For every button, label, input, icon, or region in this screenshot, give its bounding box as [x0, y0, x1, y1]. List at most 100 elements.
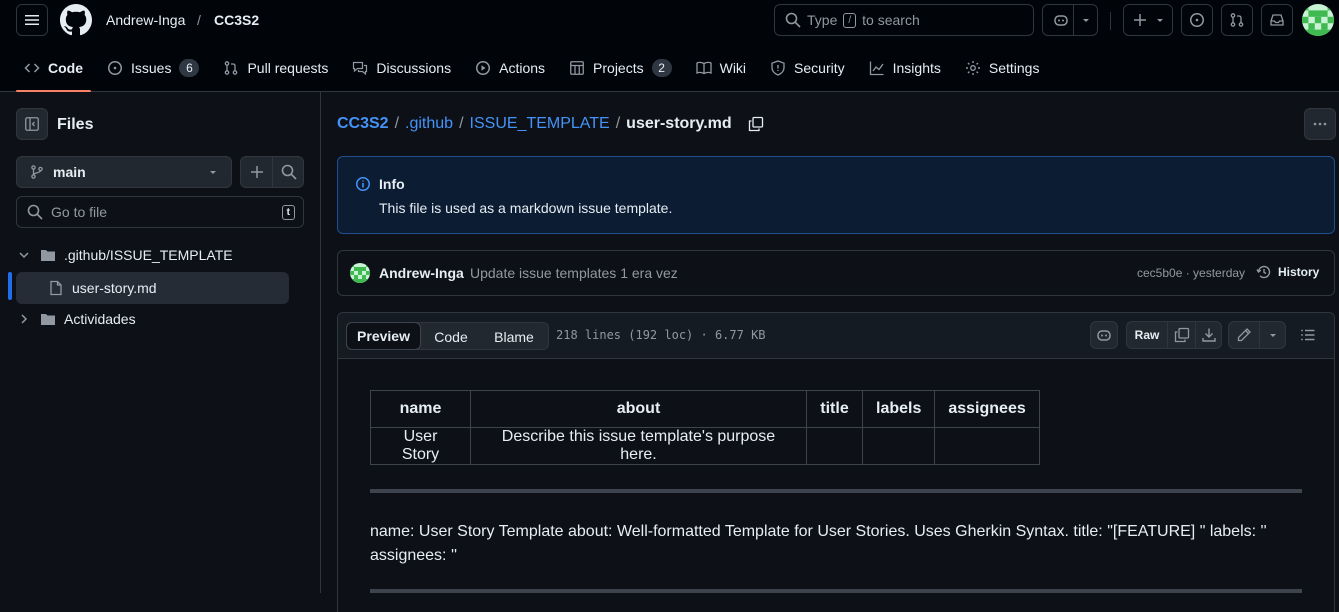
commit-author[interactable]: Andrew-Inga — [379, 265, 464, 281]
download-button[interactable] — [1196, 322, 1222, 348]
search-icon — [785, 12, 801, 28]
tab-projects[interactable]: Projects 2 — [561, 52, 680, 84]
repo-link[interactable]: CC3S2 — [214, 12, 259, 28]
collapse-sidebar-button[interactable] — [16, 108, 48, 140]
raw-actions-group: Raw — [1126, 321, 1222, 349]
inbox-button[interactable] — [1261, 4, 1293, 36]
more-options-button[interactable] — [1304, 108, 1336, 140]
edit-options-button[interactable] — [1260, 322, 1286, 348]
identicon-icon — [350, 263, 370, 283]
file-actions-group — [240, 156, 304, 188]
issues-counter: 6 — [179, 59, 200, 77]
commit-message[interactable]: Update issue templates 1 era vez — [470, 265, 678, 281]
pull-requests-button[interactable] — [1221, 4, 1253, 36]
search-input[interactable]: Type / to search — [774, 4, 1034, 36]
tab-discussions[interactable]: Discussions — [344, 52, 459, 84]
issues-button[interactable] — [1181, 4, 1213, 36]
tab-wiki[interactable]: Wiki — [688, 52, 754, 84]
search-icon — [281, 164, 297, 180]
comment-discussion-icon — [353, 61, 368, 76]
table-header-row: name about title labels assignees — [370, 390, 1040, 428]
tab-issues[interactable]: Issues 6 — [99, 52, 207, 84]
issue-opened-icon — [108, 61, 122, 75]
breadcrumb-separator: / — [394, 115, 400, 132]
avatar[interactable] — [1302, 4, 1334, 36]
plus-icon — [251, 166, 263, 178]
tab-pull-requests[interactable]: Pull requests — [215, 52, 336, 84]
list-unordered-icon — [1301, 329, 1315, 341]
tab-insights[interactable]: Insights — [861, 52, 949, 84]
raw-button[interactable]: Raw — [1127, 322, 1167, 348]
graph-icon — [869, 61, 884, 76]
shield-icon — [771, 60, 785, 76]
latest-commit-bar: Andrew-Inga Update issue templates 1 era… — [337, 250, 1335, 296]
preview-mode-button[interactable]: Preview — [346, 322, 421, 350]
horizontal-rule — [370, 589, 1302, 593]
tree-item-folder-actividades[interactable]: Actividades — [16, 311, 136, 327]
tab-code[interactable]: Code — [16, 52, 91, 92]
chevron-down-icon — [1157, 19, 1163, 22]
chevron-down-icon — [1270, 334, 1276, 337]
add-file-button[interactable] — [241, 157, 273, 187]
tab-label: Settings — [988, 60, 1040, 76]
copy-raw-button[interactable] — [1168, 322, 1195, 348]
tab-label: Actions — [499, 60, 546, 76]
history-button[interactable]: History — [1256, 264, 1319, 280]
copilot-button[interactable] — [1042, 4, 1098, 36]
view-mode-segmented-control: Preview Code Blame — [346, 322, 549, 350]
breadcrumb-separator: / — [615, 115, 621, 132]
code-icon — [24, 63, 40, 73]
breadcrumb-repo[interactable]: CC3S2 — [337, 115, 389, 133]
tab-security[interactable]: Security — [762, 52, 853, 84]
chevron-down-icon — [19, 252, 29, 259]
table-header-cell: assignees — [934, 390, 1040, 428]
file-header: Preview Code Blame 218 lines (192 loc) ·… — [338, 313, 1334, 359]
breadcrumb-dir-github[interactable]: .github — [405, 115, 453, 133]
breadcrumb-dir-issue-template[interactable]: ISSUE_TEMPLATE — [470, 115, 610, 133]
owner-link[interactable]: Andrew-Inga — [106, 12, 185, 28]
tab-actions[interactable]: Actions — [467, 52, 553, 84]
git-branch-icon — [31, 165, 43, 179]
file-view: CC3S2 / .github / ISSUE_TEMPLATE / user-… — [322, 92, 1339, 612]
blame-mode-button[interactable]: Blame — [481, 323, 547, 351]
table-cell — [806, 427, 863, 465]
table-cell — [934, 427, 1040, 465]
tab-settings[interactable]: Settings — [957, 52, 1048, 84]
branch-name: main — [53, 164, 86, 180]
horizontal-rule — [370, 489, 1302, 493]
branch-selector[interactable]: main — [16, 156, 232, 188]
copy-icon[interactable] — [748, 116, 764, 132]
commit-hash-time[interactable]: cec5b0e · yesterday — [1137, 266, 1245, 280]
inbox-icon — [1270, 14, 1284, 26]
go-to-file-input[interactable]: Go to file t — [16, 196, 304, 228]
tree-item-label: user-story.md — [72, 280, 157, 296]
table-row: User Story Describe this issue template'… — [370, 427, 1040, 465]
projects-counter: 2 — [651, 59, 672, 77]
outline-button[interactable] — [1294, 321, 1322, 349]
tree-item-folder-issue-template[interactable]: .github/ISSUE_TEMPLATE — [16, 247, 233, 263]
file-tree-sidebar: Files main Go to file t .github/ISSUE_TE… — [0, 92, 321, 593]
avatar[interactable] — [350, 263, 370, 283]
github-logo-icon[interactable] — [60, 4, 92, 36]
breadcrumb: CC3S2 / .github / ISSUE_TEMPLATE / user-… — [337, 115, 764, 133]
search-files-button[interactable] — [273, 157, 304, 187]
plus-icon — [1134, 14, 1146, 26]
copy-icon — [1174, 327, 1189, 343]
sidebar-title: Files — [57, 116, 94, 133]
edit-file-button[interactable] — [1229, 322, 1259, 348]
copilot-file-button[interactable] — [1090, 321, 1118, 349]
info-text: This file is used as a markdown issue te… — [379, 200, 673, 216]
paragraph-line: assignees: '' — [370, 547, 458, 564]
tree-item-file-user-story[interactable]: user-story.md — [48, 280, 157, 296]
tree-item-label: Actividades — [64, 311, 136, 327]
table-icon — [570, 61, 584, 75]
menu-button[interactable] — [16, 4, 48, 36]
table-header-cell: name — [370, 390, 471, 428]
info-icon — [356, 177, 370, 191]
kebab-horizontal-icon — [1313, 122, 1327, 126]
gear-icon — [965, 61, 980, 75]
code-mode-button[interactable]: Code — [421, 323, 481, 351]
table-cell: Describe this issue template's purpose h… — [470, 427, 807, 465]
info-banner: Info This file is used as a markdown iss… — [337, 156, 1335, 234]
create-new-button[interactable] — [1123, 4, 1173, 36]
